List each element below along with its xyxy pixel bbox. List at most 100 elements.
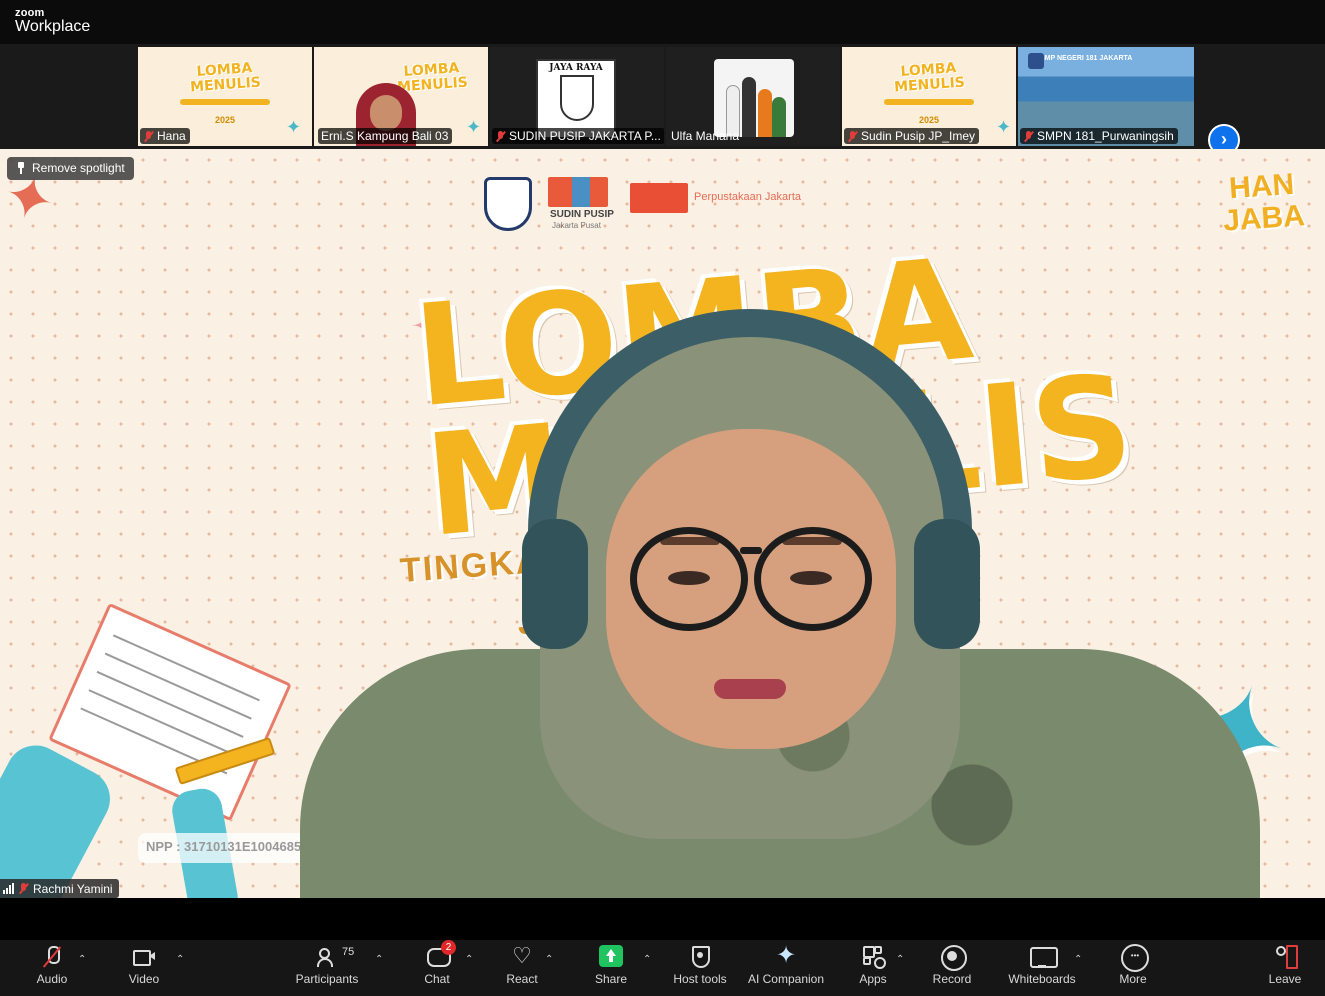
apps-grid-cell: [863, 957, 871, 965]
jakarta-emblem-icon: [484, 177, 532, 231]
audio-options-caret[interactable]: ⌃: [78, 954, 86, 965]
participants-options-caret[interactable]: ⌃: [375, 954, 383, 965]
star-icon: ✦: [466, 117, 482, 137]
hanjaba-logo: HAN JABA: [1222, 167, 1306, 238]
speaker-video-person: [300, 299, 1260, 898]
mic-muted-icon: [1023, 130, 1034, 142]
participant-name: SUDIN PUSIP JAKARTA P...: [509, 129, 661, 143]
ai-companion-label: AI Companion: [747, 972, 825, 986]
participant-name-tag: Sudin Pusip JP_Imey: [844, 128, 980, 144]
spotlight-name-tag: Rachmi Yamini: [0, 879, 119, 898]
participant-tile[interactable]: LOMBA MENULIS 2025 ✦ Hana: [138, 47, 312, 146]
spotlight-participant-name: Rachmi Yamini: [33, 881, 113, 896]
apps-options-caret[interactable]: ⌃: [896, 954, 904, 965]
npp-text: NPP : 31710131E1004685: [146, 839, 302, 854]
participant-name: Sudin Pusip JP_Imey: [861, 129, 976, 143]
participant-tile[interactable]: JAYA RAYA SUDIN PUSIP JAKARTA P...: [490, 47, 664, 146]
share-screen-icon: [599, 945, 623, 967]
chat-unread-badge: 2: [441, 940, 456, 955]
headphone-earcup: [914, 519, 980, 649]
remove-spotlight-button[interactable]: Remove spotlight: [7, 157, 134, 180]
perpustakaan-logo: [630, 183, 688, 213]
apps-label: Apps: [859, 972, 887, 986]
shield-icon: [688, 944, 712, 968]
record-label: Record: [932, 972, 972, 986]
signal-strength-icon: [3, 883, 14, 894]
spotlight-video: Remove spotlight ✦ SUDIN PUSIP Jakarta P…: [0, 149, 1325, 898]
chat-label: Chat: [424, 972, 450, 986]
apps-button[interactable]: Apps: [856, 940, 890, 996]
participant-tile[interactable]: SMP NEGERI 181 JAKARTA SMPN 181_Purwanin…: [1018, 47, 1194, 146]
sponsor-logos: SUDIN PUSIP Jakarta Pusat Perpustakaan J…: [480, 173, 860, 233]
poster-band: [884, 99, 974, 105]
signal-bar: [9, 885, 11, 894]
participant-name: SMPN 181_Purwaningsih: [1037, 129, 1174, 143]
participants-button[interactable]: 75 Participants: [294, 940, 360, 996]
remove-spotlight-label: Remove spotlight: [32, 161, 125, 175]
host-tools-label: Host tools: [673, 972, 727, 986]
video-label: Video: [128, 972, 160, 986]
record-icon: [940, 944, 967, 971]
chevron-right-icon: ›: [1221, 129, 1227, 149]
chat-options-caret[interactable]: ⌃: [465, 954, 473, 965]
react-button[interactable]: ♡ React: [502, 940, 542, 996]
headphones-icon: [528, 309, 972, 609]
whiteboards-options-caret[interactable]: ⌃: [1074, 954, 1082, 965]
participants-label: Participants: [295, 972, 359, 986]
ai-companion-button[interactable]: ✦ AI Companion: [746, 940, 826, 996]
pin-icon: [16, 162, 26, 174]
brand-logo-workplace: Workplace: [15, 18, 91, 35]
participant-name: Ulfa Mariana: [671, 129, 740, 143]
more-ellipsis-icon: [1121, 944, 1149, 972]
participant-tile[interactable]: Ulfa Mariana: [666, 47, 840, 146]
chat-button[interactable]: 2 Chat: [418, 940, 456, 996]
photo-figure: [742, 77, 756, 137]
more-button[interactable]: More: [1116, 940, 1150, 996]
signal-bar: [12, 883, 14, 894]
participant-thumbnail-strip: LOMBA MENULIS 2025 ✦ Hana LOMBA MENULIS …: [0, 44, 1325, 156]
leave-button[interactable]: Leave: [1266, 940, 1304, 996]
headphone-earcup: [522, 519, 588, 649]
mic-muted-icon: [143, 130, 154, 142]
video-options-caret[interactable]: ⌃: [176, 954, 184, 965]
sudin-pusip-logo-text: SUDIN PUSIP: [550, 209, 614, 220]
mic-muted-icon: [18, 883, 29, 894]
participant-tile[interactable]: LOMBA MENULIS ✦ Erni.S Kampung Bali 03: [314, 47, 488, 146]
poster-title: LOMBA MENULIS: [189, 60, 262, 96]
sparkle-icon: ✦: [775, 942, 797, 969]
participant-name-tag: Erni.S Kampung Bali 03: [318, 128, 453, 144]
poster-band: [180, 99, 270, 105]
react-options-caret[interactable]: ⌃: [545, 954, 553, 965]
apps-grid-icon: [861, 944, 886, 969]
perpustakaan-logo-text: Perpustakaan Jakarta: [694, 191, 802, 203]
person-mouth: [714, 679, 786, 699]
participant-name: Hana: [157, 129, 186, 143]
host-tools-button[interactable]: Host tools: [668, 940, 732, 996]
meeting-toolbar: Audio ⌃ Video ⌃ 75 Participants ⌃ 2 Chat…: [0, 940, 1325, 996]
record-button[interactable]: Record: [930, 940, 974, 996]
share-options-caret[interactable]: ⌃: [643, 954, 651, 965]
photo-figure: [772, 97, 786, 137]
school-logo-icon: [1028, 53, 1044, 69]
photo-figure: [758, 89, 772, 137]
whiteboards-button[interactable]: Whiteboards: [1006, 940, 1078, 996]
heart-icon: ♡: [512, 943, 532, 968]
participant-tile[interactable]: LOMBA MENULIS 2025 ✦ Sudin Pusip JP_Imey: [842, 47, 1016, 146]
participant-name-tag: SUDIN PUSIP JAKARTA P...: [492, 128, 664, 144]
whiteboards-label: Whiteboards: [1008, 972, 1076, 986]
share-button[interactable]: Share: [592, 940, 630, 996]
sudin-pusip-logo: [548, 177, 608, 207]
participant-name-tag: SMPN 181_Purwaningsih: [1020, 128, 1178, 144]
poster-year: 2025: [918, 115, 940, 125]
audio-label: Audio: [36, 972, 68, 986]
video-camera-icon: [132, 944, 156, 968]
participant-face: [370, 95, 402, 131]
participant-avatar-logo: JAYA RAYA: [536, 59, 616, 139]
video-button[interactable]: Video: [124, 940, 164, 996]
participant-name-tag: Hana: [140, 128, 190, 144]
logo-text: JAYA RAYA: [549, 63, 603, 73]
shield-emblem-icon: [560, 75, 594, 121]
audio-button[interactable]: Audio: [32, 940, 72, 996]
star-icon: ✦: [286, 117, 302, 137]
mic-muted-icon: [40, 944, 64, 968]
